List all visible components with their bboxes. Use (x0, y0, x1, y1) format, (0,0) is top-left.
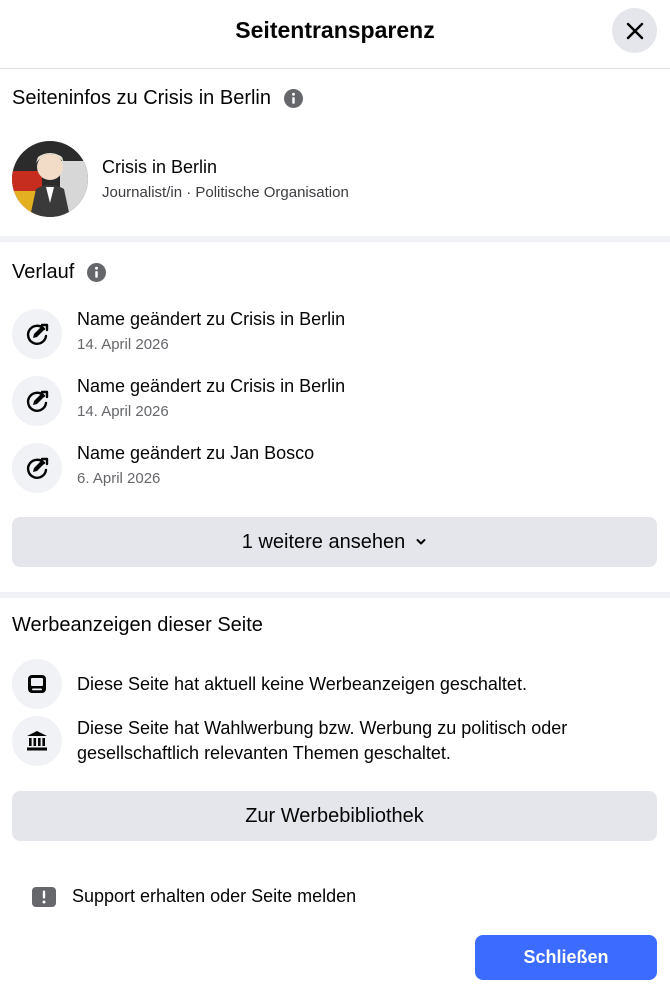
page-info-title: Seiteninfos zu Crisis in Berlin (12, 87, 271, 109)
ads-status-text: Diese Seite hat aktuell keine Werbeanzei… (77, 674, 527, 694)
ads-heading: Werbeanzeigen dieser Seite (12, 614, 263, 637)
see-more-label: 1 weitere ansehen (241, 530, 406, 553)
history-item-title: Name geändert zu Jan Bosco (77, 443, 315, 463)
history-item: Name geändert zu Crisis in Berlin 14. Ap… (12, 376, 652, 428)
edit-refresh-icon (12, 443, 62, 493)
government-building-icon (12, 716, 62, 766)
support-report-link[interactable]: Support erhalten oder Seite melden (32, 886, 356, 907)
section-divider (0, 236, 670, 242)
history-item-title: Name geändert zu Crisis in Berlin (77, 376, 346, 396)
history-item-title: Name geändert zu Crisis in Berlin (77, 309, 346, 329)
close-dialog-button[interactable]: Schließen (475, 935, 657, 980)
report-icon (32, 886, 56, 907)
support-label: Support erhalten oder Seite melden (72, 886, 357, 906)
ads-status-item: Diese Seite hat aktuell keine Werbeanzei… (12, 659, 657, 709)
ad-library-button[interactable]: Zur Werbebibliothek (12, 791, 657, 841)
info-icon[interactable] (87, 263, 107, 282)
page-name[interactable]: Crisis in Berlin (102, 157, 217, 178)
ads-title: Werbeanzeigen dieser Seite (12, 614, 263, 636)
page-avatar[interactable] (12, 141, 88, 217)
close-icon (626, 22, 643, 39)
ad-library-label: Zur Werbebibliothek (245, 804, 424, 827)
history-item: Name geändert zu Jan Bosco 6. April 2026 (12, 443, 652, 495)
history-item-date: 6. April 2026 (77, 470, 161, 487)
dialog-header: Seitentransparenz (0, 0, 670, 69)
history-title: Verlauf (12, 261, 75, 283)
page-info-heading: Seiteninfos zu Crisis in Berlin (12, 87, 303, 110)
history-item-date: 14. April 2026 (77, 336, 169, 353)
history-item-date: 14. April 2026 (77, 403, 169, 420)
see-more-button[interactable]: 1 weitere ansehen (12, 517, 657, 567)
edit-refresh-icon (12, 309, 62, 359)
political-ads-item: Diese Seite hat Wahlwerbung bzw. Werbung… (12, 716, 657, 768)
history-item: Name geändert zu Crisis in Berlin 14. Ap… (12, 309, 652, 361)
political-ads-text: Diese Seite hat Wahlwerbung bzw. Werbung… (77, 718, 568, 763)
dialog-title: Seitentransparenz (235, 17, 435, 43)
device-icon (12, 659, 62, 709)
chevron-down-icon (416, 539, 426, 545)
section-divider (0, 592, 670, 598)
edit-refresh-icon (12, 376, 62, 426)
close-button[interactable] (612, 8, 657, 53)
history-heading: Verlauf (12, 261, 107, 284)
info-icon[interactable] (284, 89, 303, 108)
page-category: Journalist/in · Politische Organisation (102, 184, 349, 201)
